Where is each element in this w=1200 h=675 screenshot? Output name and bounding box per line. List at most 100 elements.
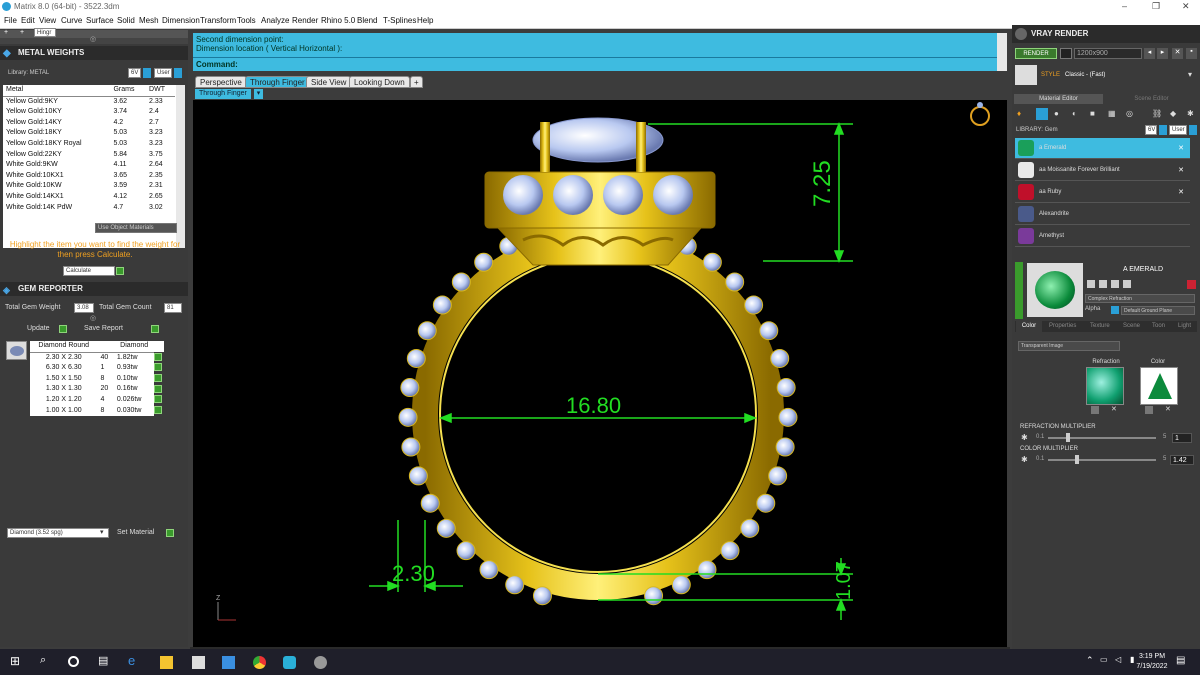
command-scrollbar[interactable] <box>997 33 1007 71</box>
metal-row[interactable]: White Gold:10KW 3.59 2.31 <box>3 181 175 192</box>
menu-solid[interactable]: Solid <box>117 16 135 25</box>
menu-help[interactable]: Help <box>417 16 433 25</box>
material-library-info-icon[interactable] <box>1159 125 1167 135</box>
material-select[interactable]: Diamond (3.52 spg) <box>7 528 109 538</box>
refraction-clear-icon[interactable]: ✕ <box>1111 405 1117 413</box>
tab-scene[interactable]: Scene <box>1123 323 1140 329</box>
ring-icon[interactable]: ◎ <box>1126 109 1133 118</box>
gem-row[interactable]: 1.20 X 1.20 4 0.026tw <box>30 394 164 406</box>
preview-reset-icon[interactable] <box>1187 280 1196 289</box>
col-metal[interactable]: Metal <box>3 85 111 97</box>
viewport-label[interactable]: Through Finger <box>195 89 251 99</box>
gem-row[interactable]: 1.00 X 1.00 8 0.030tw <box>30 405 164 417</box>
color-clear-icon[interactable]: ✕ <box>1165 405 1171 413</box>
gem-row-button[interactable] <box>154 363 163 372</box>
menu-tsplines[interactable]: T-Splines <box>383 16 416 25</box>
shape-icon[interactable]: ◆ <box>1170 109 1176 118</box>
color-settings-icon[interactable] <box>1145 406 1153 414</box>
color-gear-icon[interactable]: ✱ <box>1021 455 1028 464</box>
add-icon-2[interactable]: + <box>20 29 24 36</box>
menu-render[interactable]: Render <box>292 16 318 25</box>
metal-library-info-icon[interactable] <box>143 68 151 78</box>
task-view-icon[interactable] <box>68 656 79 667</box>
ring-view-icon[interactable] <box>970 106 990 126</box>
drop-icon[interactable]: ♦ <box>1017 109 1021 118</box>
add-view-tab-icon[interactable]: + <box>410 76 423 88</box>
metal-row[interactable]: Yellow Gold:18KY 5.03 3.23 <box>3 128 175 139</box>
edge-icon[interactable]: e <box>128 653 141 668</box>
color-texture[interactable] <box>1140 367 1178 405</box>
use-object-materials-checkbox[interactable]: Use Object Materials <box>95 223 177 233</box>
material-list-item[interactable]: a Emerald ✕ <box>1015 138 1190 159</box>
calculate-button[interactable] <box>116 267 124 275</box>
refraction-settings-icon[interactable] <box>1091 406 1099 414</box>
material-list-item[interactable]: aa Ruby ✕ <box>1015 182 1190 203</box>
render-x-icon[interactable]: ✕ <box>1172 48 1183 59</box>
set-material-button[interactable] <box>166 529 174 537</box>
maximize-icon[interactable]: ❐ <box>1152 1 1160 12</box>
menu-transform[interactable]: Transform <box>200 16 236 25</box>
material-user-button[interactable]: User <box>1169 125 1187 135</box>
gem-splitter-grip-icon[interactable]: ◎ <box>90 314 96 322</box>
menu-analyze[interactable]: Analyze <box>261 16 289 25</box>
calculate-field[interactable]: Calculate <box>63 266 115 276</box>
rhino-icon[interactable] <box>314 656 327 669</box>
tab-texture[interactable]: Texture <box>1090 323 1110 329</box>
render-next-icon[interactable]: ▸ <box>1157 48 1168 59</box>
gem-tool-icon[interactable] <box>1036 108 1048 120</box>
alpha-info-icon[interactable] <box>1111 306 1119 314</box>
half-sphere-icon[interactable]: ◐ <box>1072 109 1077 118</box>
metal-row[interactable]: Yellow Gold:10KY 3.74 2.4 <box>3 107 175 118</box>
pattern-icon[interactable]: ▦ <box>1108 109 1116 118</box>
set-material-label[interactable]: Set Material <box>117 529 154 536</box>
start-icon[interactable]: ⊞ <box>10 654 23 668</box>
viewport-menu-icon[interactable]: ▾ <box>254 89 263 99</box>
store-icon[interactable] <box>192 656 205 669</box>
tab-through-finger[interactable]: Through Finger <box>245 76 310 88</box>
gem-row-button[interactable] <box>154 405 163 414</box>
metal-row[interactable]: White Gold:14K PdW 4.7 3.02 <box>3 203 175 214</box>
notifications-icon[interactable]: ▤ <box>1176 655 1185 666</box>
menu-blend[interactable]: Blend <box>357 16 377 25</box>
clock-date[interactable]: 7/19/2022 <box>1132 663 1172 670</box>
hinge-field[interactable]: Hingr <box>34 28 56 37</box>
menu-edit[interactable]: Edit <box>21 16 35 25</box>
tray-chevron-icon[interactable]: ⌃ <box>1086 655 1094 666</box>
render-button[interactable]: RENDER <box>1015 48 1057 59</box>
ground-plane-select[interactable]: Default Ground Plane <box>1121 306 1195 315</box>
metal-row[interactable]: White Gold:9KW 4.11 2.64 <box>3 160 175 171</box>
tab-perspective[interactable]: Perspective <box>195 76 247 88</box>
speaker-icon[interactable]: ◁ <box>1115 655 1121 664</box>
style-value[interactable]: Classic - (Fast) <box>1065 72 1105 78</box>
link-icon[interactable]: ⛓ <box>1152 109 1162 118</box>
menu-dimension[interactable]: Dimension <box>162 16 200 25</box>
metal-row[interactable]: White Gold:14KX1 4.12 2.65 <box>3 192 175 203</box>
material-list-item[interactable]: aa Moissanite Forever Brilliant ✕ <box>1015 160 1190 181</box>
tab-material-editor[interactable]: Material Editor <box>1014 94 1103 104</box>
preview-tool-icon-2[interactable] <box>1099 280 1107 288</box>
menu-view[interactable]: View <box>39 16 56 25</box>
fan-icon[interactable]: ✱ <box>1187 109 1194 118</box>
menu-curve[interactable]: Curve <box>61 16 82 25</box>
menu-tools[interactable]: Tools <box>237 16 256 25</box>
preview-tool-icon-3[interactable] <box>1111 280 1119 288</box>
widgets-icon[interactable]: ▤ <box>98 654 111 667</box>
material-list-item[interactable]: Amethyst <box>1015 226 1190 247</box>
preview-tool-icon-1[interactable] <box>1087 280 1095 288</box>
update-button[interactable] <box>59 325 67 333</box>
tab-color[interactable]: Color <box>1016 321 1042 332</box>
chrome-icon[interactable] <box>253 656 266 669</box>
gem-row[interactable]: 1.50 X 1.50 8 0.10tw <box>30 373 164 385</box>
mail-icon[interactable] <box>222 656 235 669</box>
material-library-dropdown[interactable]: 6V <box>1145 125 1157 135</box>
metal-user-button[interactable]: User <box>154 68 172 78</box>
material-user-info-icon[interactable] <box>1189 125 1197 135</box>
remove-material-icon[interactable]: ✕ <box>1178 166 1184 174</box>
add-icon[interactable]: + <box>4 29 8 36</box>
render-settings-icon[interactable] <box>1060 48 1072 59</box>
style-dropdown-icon[interactable]: ▾ <box>1188 70 1192 79</box>
refraction-texture[interactable] <box>1086 367 1124 405</box>
gem-row-button[interactable] <box>154 373 163 382</box>
tab-toon[interactable]: Toon <box>1152 323 1165 329</box>
transparent-image-select[interactable]: Transparent Image <box>1018 341 1120 351</box>
